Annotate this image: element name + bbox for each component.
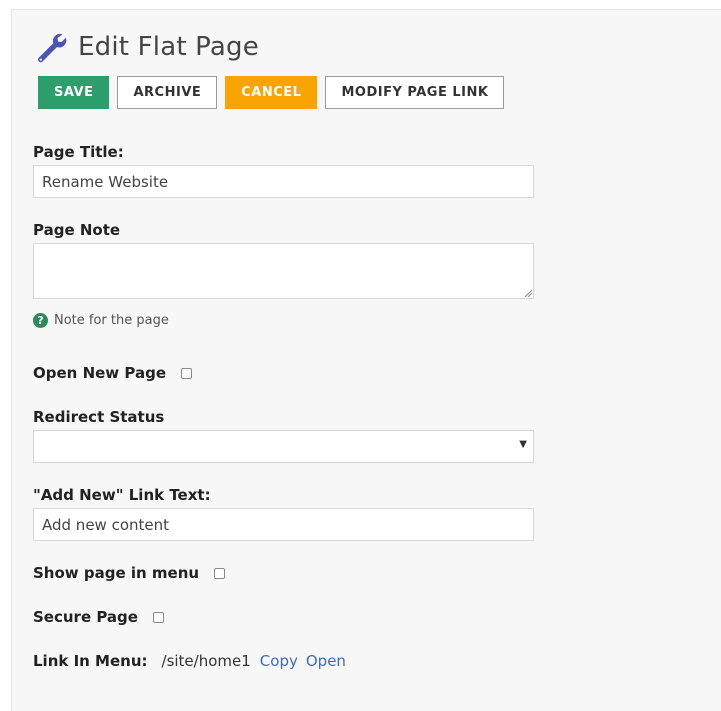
page-note-label: Page Note (33, 221, 121, 239)
resize-grip-icon[interactable] (524, 289, 532, 297)
show-in-menu-checkbox[interactable] (214, 567, 226, 579)
page-note-textarea[interactable] (33, 243, 534, 299)
archive-button[interactable]: ARCHIVE (117, 76, 218, 109)
page-note-hint: ? Note for the page (33, 313, 169, 328)
secure-page-checkbox[interactable] (152, 611, 164, 623)
redirect-status-label: Redirect Status (33, 408, 165, 426)
open-new-page-row: Open New Page (33, 364, 192, 382)
show-in-menu-row: Show page in menu (33, 564, 226, 582)
secure-page-row: Secure Page (33, 608, 164, 626)
open-link[interactable]: Open (306, 652, 346, 670)
link-in-menu-label: Link In Menu: (33, 652, 148, 670)
open-new-page-label: Open New Page (33, 364, 166, 382)
page-title-input[interactable]: Rename Website (33, 165, 534, 198)
wrench-icon (38, 34, 67, 63)
page-header: Edit Flat Page (34, 30, 259, 64)
page-title-label: Page Title: (33, 143, 124, 161)
open-new-page-checkbox[interactable] (181, 367, 192, 379)
show-in-menu-label: Show page in menu (33, 564, 200, 582)
cancel-button[interactable]: CANCEL (225, 76, 318, 109)
hint-text: Note for the page (54, 313, 169, 328)
toolbar: SAVE ARCHIVE CANCEL MODIFY PAGE LINK (38, 76, 505, 109)
add-new-link-text-label: "Add New" Link Text: (33, 486, 211, 504)
add-new-link-text-input[interactable]: Add new content (33, 508, 534, 541)
link-in-menu-row: Link In Menu: /site/home1 Copy Open (33, 652, 354, 670)
help-icon: ? (33, 313, 48, 328)
form-panel: Edit Flat Page SAVE ARCHIVE CANCEL MODIF… (11, 9, 721, 711)
link-in-menu-path: /site/home1 (161, 652, 251, 670)
save-button[interactable]: SAVE (38, 76, 110, 109)
secure-page-label: Secure Page (33, 608, 138, 626)
modify-page-link-button[interactable]: MODIFY PAGE LINK (325, 76, 505, 109)
page-title: Edit Flat Page (78, 32, 259, 62)
copy-link[interactable]: Copy (260, 652, 298, 670)
redirect-status-select[interactable]: ▼ (33, 430, 534, 463)
dropdown-arrow-icon: ▼ (519, 439, 527, 450)
